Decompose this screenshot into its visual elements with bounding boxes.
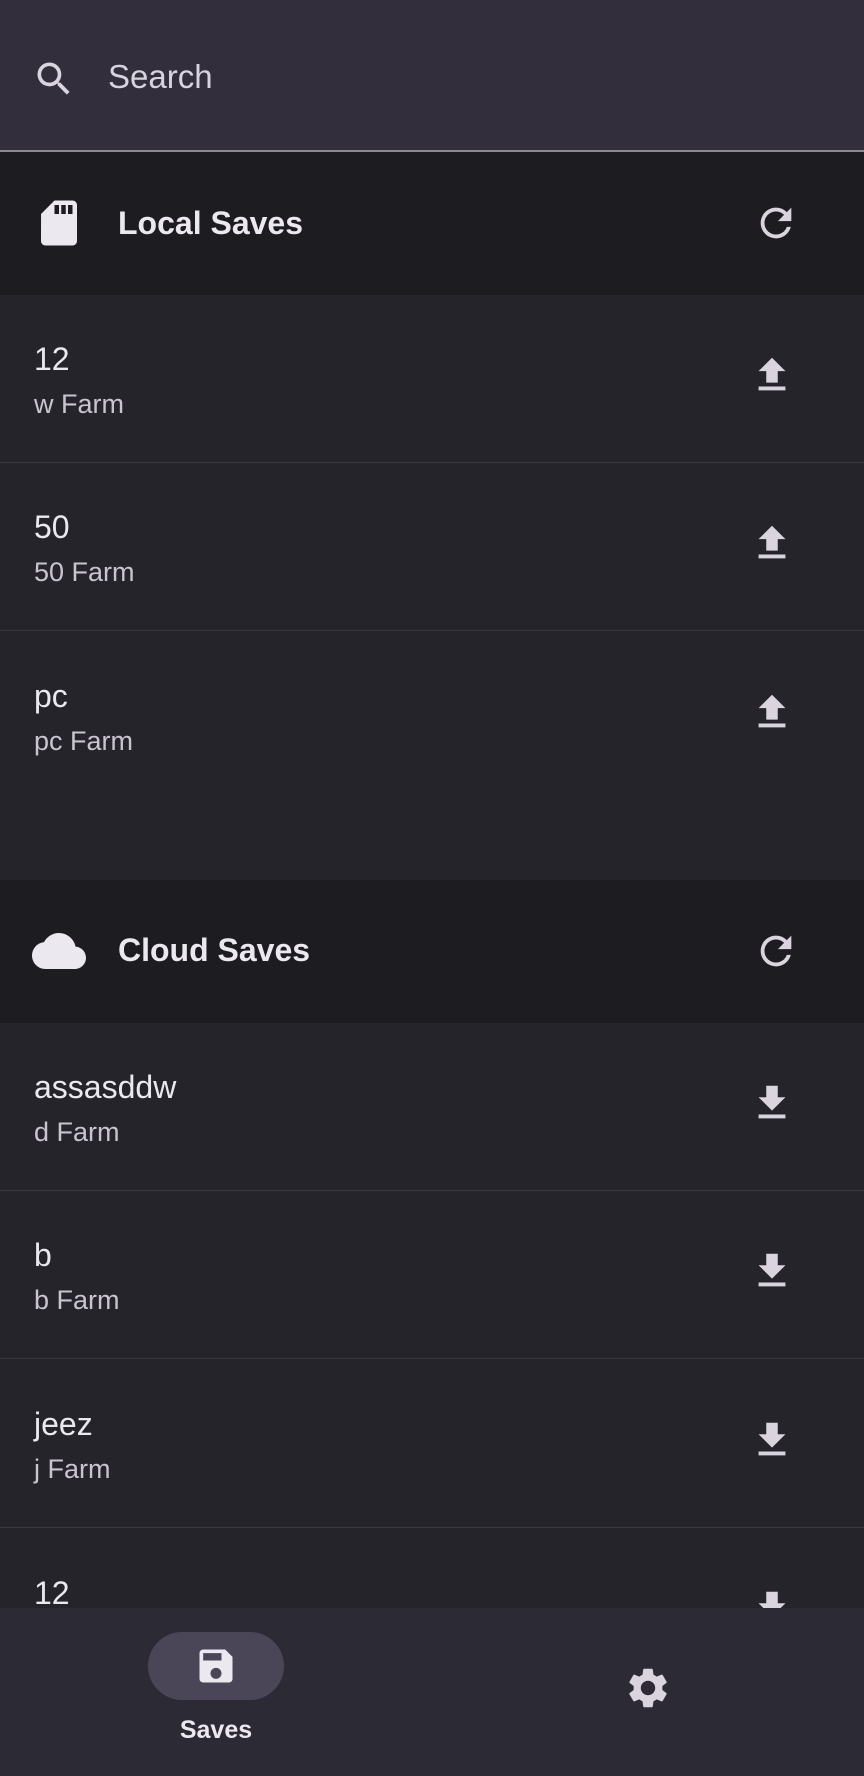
local-saves-header: Local Saves [0, 152, 864, 295]
local-save-row[interactable]: 12 w Farm [0, 295, 864, 463]
app-root: Local Saves 12 w Farm 50 50 Farm pc pc F… [0, 0, 864, 1776]
cloud-refresh-icon[interactable] [752, 927, 800, 975]
sd-card-icon [32, 196, 86, 250]
local-saves-title: Local Saves [118, 205, 303, 241]
download-icon[interactable] [746, 1414, 798, 1466]
cloud-saves-title: Cloud Saves [118, 932, 311, 968]
farm-name: pc Farm [34, 726, 134, 756]
floppy-disk-icon [194, 1644, 238, 1688]
upload-icon[interactable] [746, 349, 798, 401]
nav-item-settings[interactable] [618, 1658, 678, 1718]
local-save-row[interactable]: 50 50 Farm [0, 463, 864, 631]
save-name: 12 [34, 1575, 70, 1611]
search-icon[interactable] [32, 57, 76, 101]
search-bar [0, 0, 864, 152]
save-name: jeez [34, 1406, 93, 1442]
search-input[interactable] [108, 52, 808, 102]
upload-icon[interactable] [746, 517, 798, 569]
save-name: 12 [34, 341, 70, 377]
farm-name: w Farm [34, 389, 124, 419]
upload-icon[interactable] [746, 686, 798, 738]
bottom-navigation: Saves [0, 1608, 864, 1776]
nav-item-saves[interactable]: Saves [148, 1632, 284, 1752]
farm-name: 50 Farm [34, 557, 135, 587]
cloud-save-row[interactable]: b b Farm [0, 1191, 864, 1359]
gear-icon [624, 1664, 672, 1712]
save-name: pc [34, 678, 68, 714]
local-save-row[interactable]: pc pc Farm [0, 632, 864, 800]
save-name: 50 [34, 509, 70, 545]
cloud-icon [32, 924, 86, 978]
farm-name: b Farm [34, 1285, 120, 1315]
save-name: assasddw [34, 1069, 177, 1105]
save-name: b [34, 1237, 52, 1273]
cloud-save-row[interactable]: assasddw d Farm [0, 1023, 864, 1191]
cloud-saves-header: Cloud Saves [0, 880, 864, 1023]
download-icon[interactable] [746, 1245, 798, 1297]
cloud-save-row[interactable]: jeez j Farm [0, 1360, 864, 1528]
nav-active-indicator [148, 1632, 284, 1700]
local-refresh-icon[interactable] [752, 199, 800, 247]
download-icon[interactable] [746, 1077, 798, 1129]
nav-saves-label: Saves [179, 1716, 253, 1744]
farm-name: d Farm [34, 1117, 120, 1147]
list-spacer [0, 800, 864, 880]
farm-name: j Farm [34, 1454, 111, 1484]
